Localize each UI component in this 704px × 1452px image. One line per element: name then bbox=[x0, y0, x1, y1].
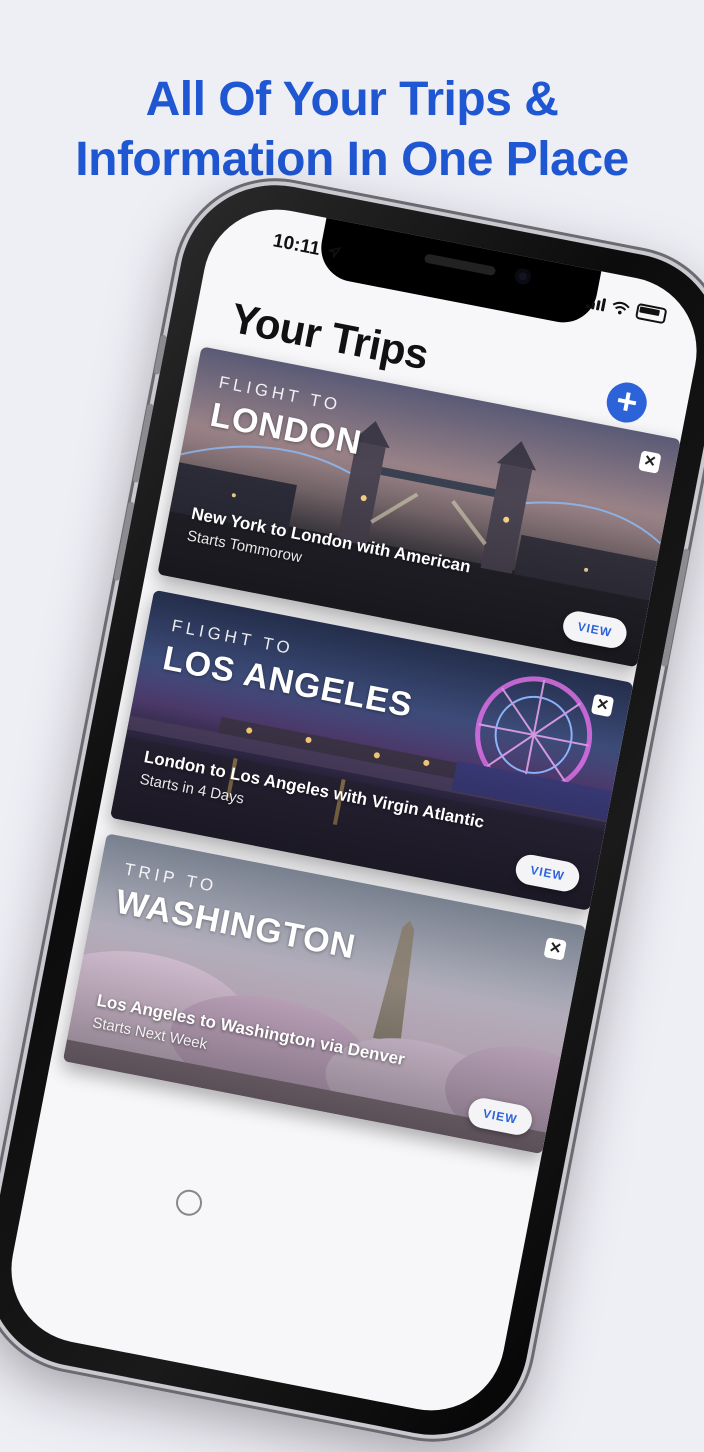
close-icon[interactable]: ✕ bbox=[590, 693, 615, 718]
status-time-text: 10:11 bbox=[271, 230, 322, 260]
status-icons bbox=[586, 293, 668, 325]
cellular-signal-icon bbox=[586, 294, 607, 312]
phone-screen: 10:11 Your Trips + FLIGHT TO LONDON New … bbox=[0, 196, 704, 1424]
tab-bar-icon[interactable] bbox=[173, 1187, 205, 1218]
add-trip-button[interactable]: + bbox=[603, 379, 651, 427]
headline-line-1: All Of Your Trips & bbox=[145, 73, 559, 126]
wifi-icon bbox=[612, 301, 630, 314]
marketing-headline: All Of Your Trips & Information In One P… bbox=[0, 70, 704, 190]
close-icon[interactable]: ✕ bbox=[638, 450, 662, 474]
location-arrow-icon bbox=[328, 247, 341, 258]
speaker bbox=[423, 253, 497, 276]
battery-icon bbox=[634, 302, 668, 325]
front-camera bbox=[513, 267, 533, 286]
close-icon[interactable]: ✕ bbox=[543, 937, 567, 961]
phone-mockup: 10:11 Your Trips + FLIGHT TO LONDON New … bbox=[0, 168, 704, 1452]
headline-line-2: Information In One Place bbox=[75, 133, 629, 186]
